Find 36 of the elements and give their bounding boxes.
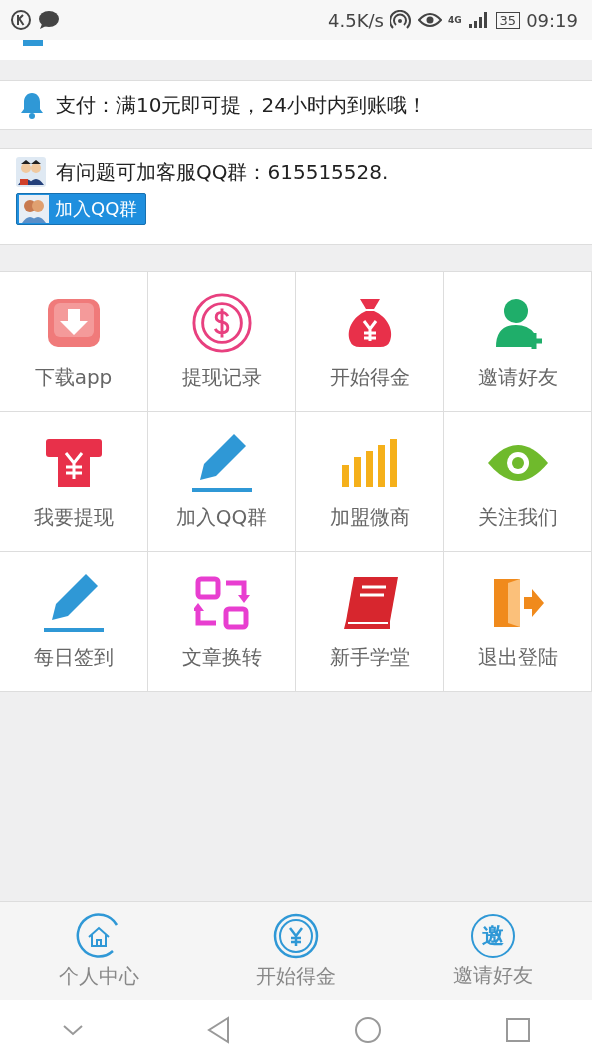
pen-icon [41, 572, 106, 634]
menu-item[interactable]: 每日签到 [0, 552, 148, 692]
people-icon [16, 157, 46, 187]
join-qq-group-button[interactable]: 加入QQ群 [16, 193, 147, 225]
people-icon [19, 195, 49, 223]
back-icon[interactable] [205, 1014, 232, 1045]
menu-item[interactable]: 文章换转 [148, 552, 296, 692]
nav-tab[interactable]: 个人中心 [18, 912, 179, 990]
menu-item[interactable]: 退出登陆 [444, 552, 592, 692]
menu-item[interactable]: 新手学堂 [296, 552, 444, 692]
network-speed: 4.5K/s [328, 9, 384, 31]
dollar-coin-icon [189, 292, 254, 354]
notice-text: 支付：满10元即可提，24小时内到账哦！ [56, 91, 427, 119]
nav-tab[interactable]: 开始得金 [216, 912, 376, 990]
recent-apps-icon[interactable] [503, 1015, 532, 1044]
menu-item[interactable]: 我要提现 [0, 412, 148, 552]
menu-item[interactable]: 提现记录 [148, 272, 296, 412]
menu-item[interactable]: 加入QQ群 [148, 412, 296, 552]
k-app-icon [10, 9, 32, 31]
clock: 09:19 [526, 9, 578, 31]
chat-icon [38, 10, 60, 30]
menu-item[interactable]: 关注我们 [444, 412, 592, 552]
hotspot-icon [389, 10, 412, 30]
menu-item[interactable]: 加盟微商 [296, 412, 444, 552]
invite-icon: 邀 [471, 913, 516, 958]
menu-item[interactable]: 下载app [0, 272, 148, 412]
battery-level: 35 [495, 11, 521, 29]
signal-icon [467, 11, 490, 29]
network-type: 4G [447, 15, 462, 25]
menu-item[interactable]: 邀请好友 [444, 272, 592, 412]
menu-item[interactable]: 开始得金 [296, 272, 444, 412]
home-button-icon[interactable] [352, 1014, 383, 1045]
qq-group-text: 有问题可加客服QQ群：615515528. [56, 158, 389, 186]
pen-icon [189, 432, 254, 494]
eye-icon [417, 12, 442, 28]
nav-tab[interactable]: 邀 邀请好友 [413, 913, 574, 989]
